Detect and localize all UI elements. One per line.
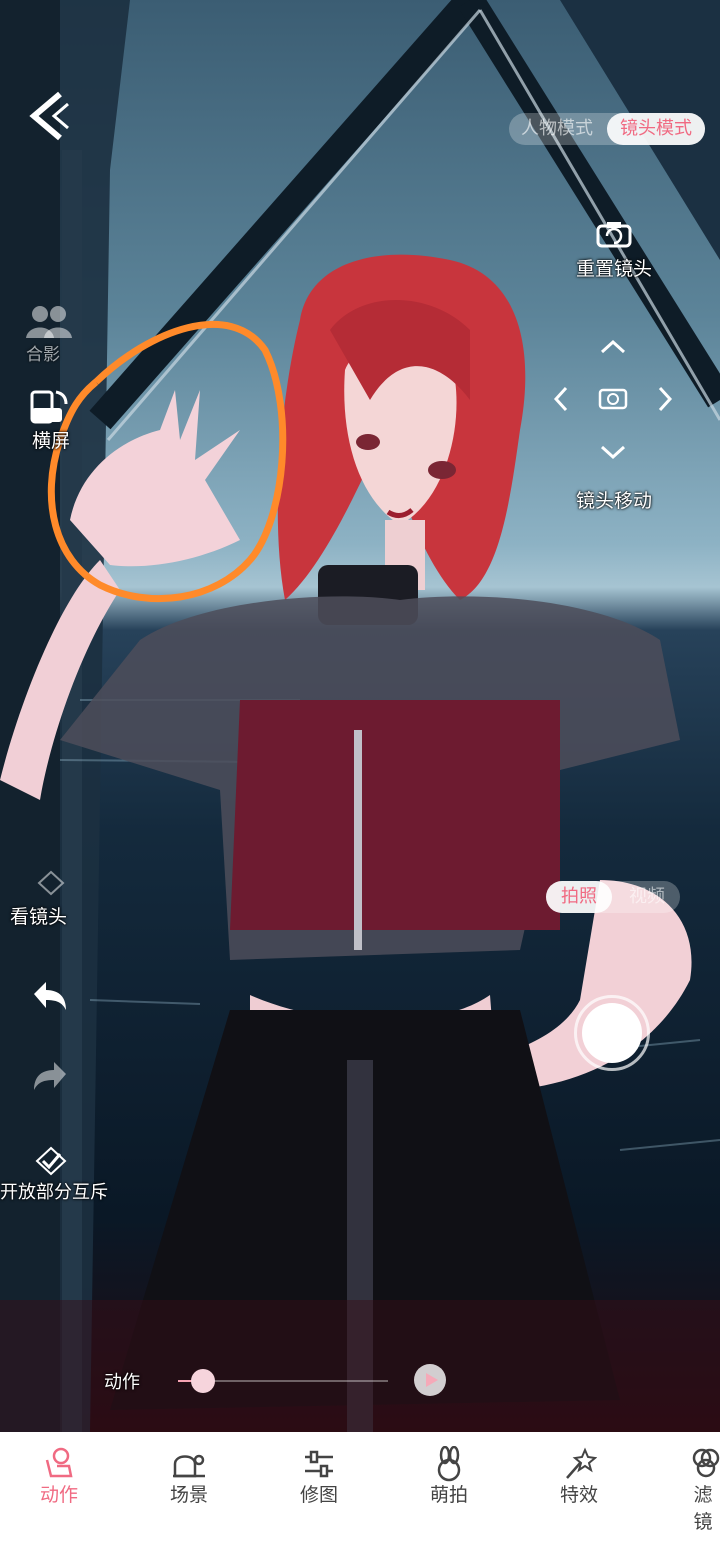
tab-effects[interactable]: 特效 <box>524 1432 634 1559</box>
filter-icon <box>692 1448 720 1478</box>
play-button[interactable] <box>414 1364 446 1396</box>
pose-icon <box>45 1447 73 1478</box>
mode-toggle[interactable]: 人物模式 镜头模式 <box>509 113 705 145</box>
tab-pose[interactable]: 动作 <box>4 1432 114 1559</box>
action-slider-knob[interactable] <box>191 1369 216 1393</box>
tab-adjust-label: 修图 <box>299 1484 338 1506</box>
scene-icon <box>173 1454 205 1478</box>
camera-reset-icon <box>596 222 632 248</box>
adjust-icon <box>305 1450 333 1478</box>
landscape-button[interactable]: 横屏 <box>22 386 78 452</box>
landscape-label: 横屏 <box>32 430 71 452</box>
undo-button[interactable] <box>30 980 70 1014</box>
camera-icon <box>598 388 628 410</box>
tab-scene[interactable]: 场景 <box>134 1432 244 1559</box>
group-photo-label: 合影 <box>26 345 60 365</box>
play-icon <box>426 1373 438 1387</box>
video-tab[interactable]: 视频 <box>614 881 680 913</box>
arrow-right-icon <box>658 386 673 412</box>
back-button[interactable] <box>22 86 74 144</box>
checkbox-diamond-icon <box>35 1146 67 1176</box>
reset-camera-button[interactable]: 重置镜头 <box>572 220 658 280</box>
action-label: 动作 <box>104 1372 140 1393</box>
redo-button[interactable] <box>30 1060 70 1094</box>
tab-filter-label: 滤镜 <box>693 1484 713 1533</box>
group-photo-button[interactable]: 合影 <box>22 302 78 365</box>
chevron-left-icon <box>29 91 69 141</box>
tab-cute[interactable]: 萌拍 <box>394 1432 504 1559</box>
group-people-icon <box>26 306 72 338</box>
rotate-screen-icon <box>30 390 68 424</box>
tab-filter[interactable]: 滤镜 <box>650 1432 720 1559</box>
undo-icon <box>34 982 66 1010</box>
tab-pose-label: 动作 <box>39 1484 78 1506</box>
action-slider[interactable] <box>178 1369 388 1393</box>
arrow-left-icon <box>553 386 568 412</box>
mode-camera-tab[interactable]: 镜头模式 <box>607 113 705 145</box>
open-interaction-button[interactable]: 开放部分互斥 <box>0 1146 110 1206</box>
tab-adjust[interactable]: 修图 <box>264 1432 374 1559</box>
mode-character-tab[interactable]: 人物模式 <box>509 113 605 145</box>
bunny-icon <box>437 1446 461 1482</box>
arrow-down-icon <box>600 445 626 460</box>
diamond-icon <box>37 870 65 896</box>
shutter-button[interactable] <box>574 995 650 1071</box>
photo-tab[interactable]: 拍照 <box>546 881 612 913</box>
tab-cute-label: 萌拍 <box>429 1484 468 1506</box>
reset-camera-label: 重置镜头 <box>576 258 653 280</box>
dpad-icon <box>553 339 673 460</box>
camera-move-pad[interactable]: 镜头移动 <box>546 332 680 518</box>
look-camera-button[interactable]: 看镜头 <box>6 870 96 928</box>
tab-scene-label: 场景 <box>169 1484 208 1506</box>
bottom-tab-bar: 动作 场景 修图 萌拍 特效 滤镜 <box>0 1432 720 1559</box>
magic-wand-icon <box>566 1447 597 1479</box>
open-interaction-label: 开放部分互斥 <box>0 1182 108 1203</box>
character-scene <box>0 0 720 1432</box>
game-viewport[interactable]: 人物模式 镜头模式 合影 横屏 看镜头 开放部分互斥 重置镜头 镜头移动 拍照 … <box>0 0 720 1432</box>
camera-move-label: 镜头移动 <box>576 490 653 512</box>
look-camera-label: 看镜头 <box>10 906 68 928</box>
tab-effects-label: 特效 <box>559 1484 598 1506</box>
arrow-up-icon <box>600 339 626 354</box>
redo-icon <box>34 1062 66 1090</box>
capture-mode-toggle[interactable]: 拍照 视频 <box>546 881 680 913</box>
